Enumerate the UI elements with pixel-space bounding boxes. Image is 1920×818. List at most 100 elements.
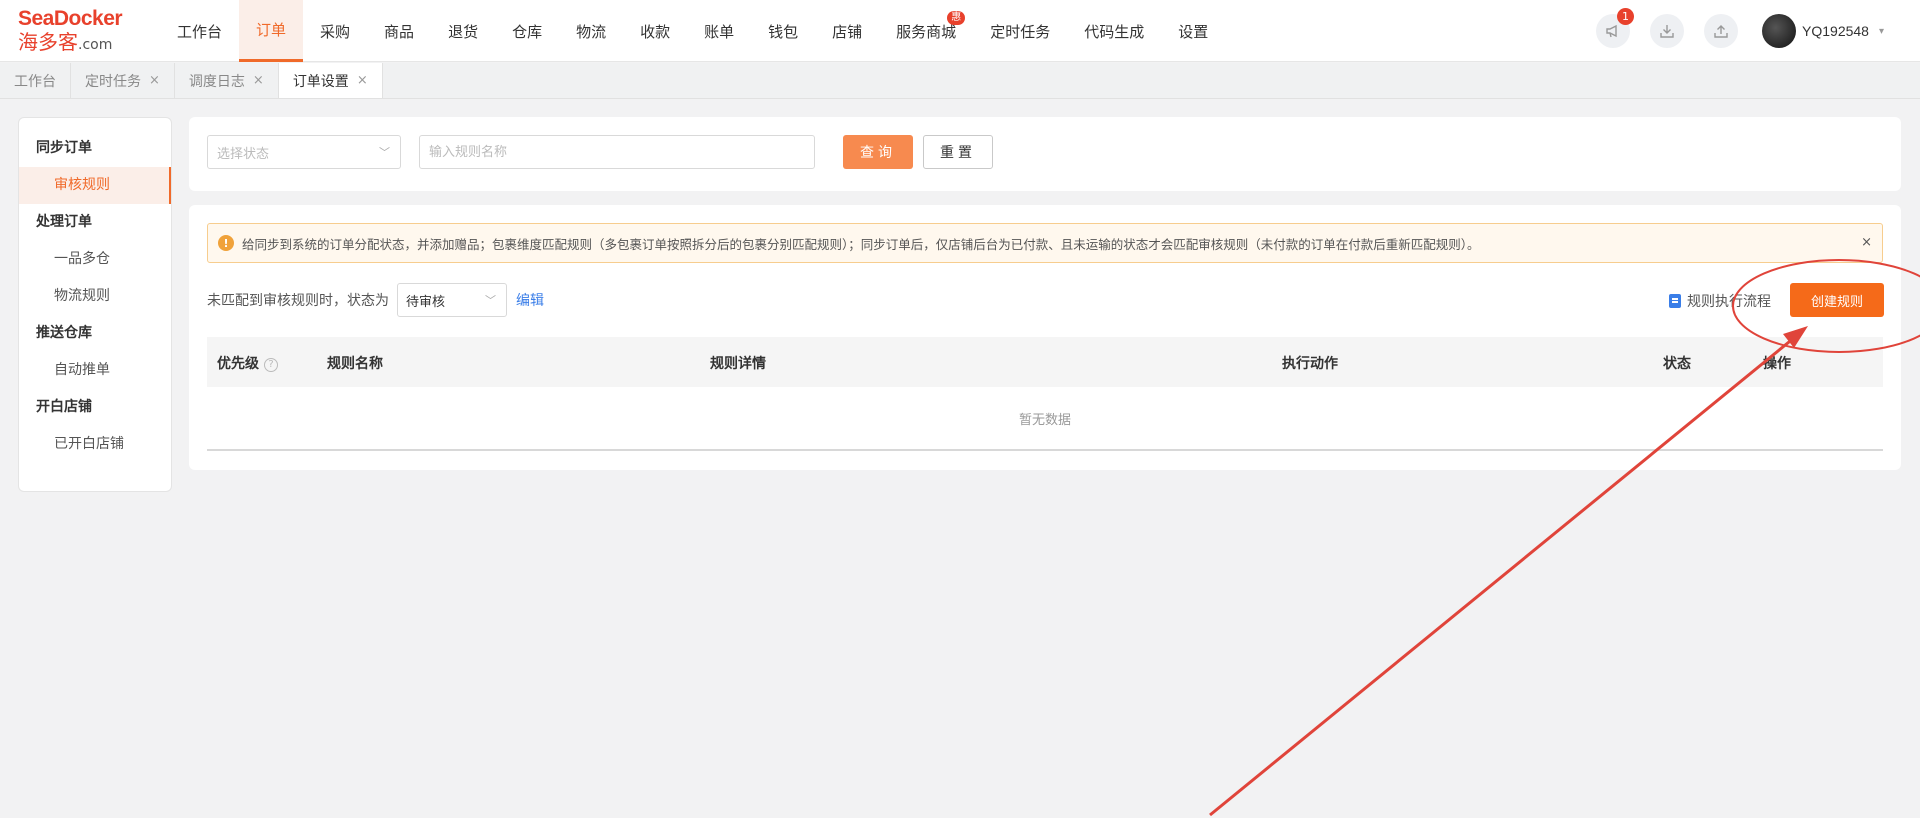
nav-item-10[interactable]: 店铺	[815, 0, 879, 62]
logo-text-domain: .com	[78, 37, 113, 53]
sidebar-item[interactable]: 已开白店铺	[19, 426, 171, 463]
column-header-priority: 优先级?	[217, 353, 278, 373]
nav-item-label: 仓库	[512, 22, 543, 41]
nav-item-label: 设置	[1178, 22, 1209, 41]
nav-item-label: 收款	[640, 22, 671, 41]
nav-item-label: 服务商城	[896, 22, 957, 41]
help-icon[interactable]: ?	[264, 358, 278, 372]
sidebar-group-title: 同步订单	[36, 140, 92, 156]
nav-item-8[interactable]: 账单	[687, 0, 751, 62]
top-navbar: SeaDocker 海多客.com 工作台 订单 采购 商品 退货 仓库 物流 收款 账单 钱包 店…	[0, 0, 1920, 62]
alert-text: 给同步到系统的订单分配状态，并添加赠品；包裹维度匹配规则（多包裹订单按照拆分后的…	[242, 236, 1480, 252]
download-icon	[1660, 25, 1674, 38]
tab-label: 定时任务	[85, 73, 141, 90]
nav-item-1[interactable]: 订单	[239, 0, 304, 62]
create-rule-button[interactable]: 创建规则	[1790, 283, 1884, 317]
page-tabs: 工作台 定时任务 × 调度日志 × 订单设置 ×	[0, 63, 1920, 99]
nav-item-4[interactable]: 退货	[431, 0, 495, 62]
upload-icon	[1714, 25, 1728, 38]
nav-item-6[interactable]: 物流	[559, 0, 623, 62]
logo-text-sea: Sea	[18, 7, 54, 30]
main-nav: 工作台 订单 采购 商品 退货 仓库 物流 收款 账单 钱包 店铺 服务商城惠定时任务 代码生成 设置	[160, 0, 1225, 62]
reset-button[interactable]: 重置	[923, 135, 993, 169]
edit-link[interactable]: 编辑	[516, 290, 544, 310]
tab-label: 工作台	[14, 73, 56, 90]
nav-item-14[interactable]: 设置	[1161, 0, 1225, 62]
table-header: 优先级? 规则名称 规则详情 执行动作 状态 操作	[207, 337, 1883, 387]
column-header-rule-detail: 规则详情	[710, 356, 766, 372]
close-icon[interactable]: ×	[1861, 235, 1872, 250]
sidebar-item[interactable]: 物流规则	[19, 278, 171, 315]
seadocker-logo[interactable]: SeaDocker 海多客.com	[18, 8, 138, 56]
notice-badge: 1	[1617, 8, 1635, 25]
column-header-rule-name: 规则名称	[327, 356, 383, 372]
search-panel: 选择状态 ﹀ 查询 重置	[189, 117, 1901, 191]
nav-item-5[interactable]: 仓库	[495, 0, 559, 62]
chevron-down-icon: ﹀	[379, 146, 390, 159]
nav-item-label: 退货	[448, 22, 479, 41]
nav-item-9[interactable]: 钱包	[751, 0, 815, 62]
empty-text: 暂无数据	[1018, 412, 1071, 428]
username: YQ192548	[1802, 23, 1869, 39]
rule-name-input[interactable]	[419, 135, 815, 169]
status-select-placeholder: 选择状态	[217, 146, 270, 162]
close-icon[interactable]: ×	[357, 73, 368, 88]
tab-1[interactable]: 定时任务 ×	[71, 63, 175, 98]
nav-item-0[interactable]: 工作台	[160, 0, 239, 62]
query-button[interactable]: 查询	[843, 135, 913, 169]
nav-item-11[interactable]: 服务商城惠	[879, 0, 973, 62]
info-alert: ! 给同步到系统的订单分配状态，并添加赠品；包裹维度匹配规则（多包裹订单按照拆分…	[207, 223, 1883, 263]
nav-item-label: 账单	[704, 22, 735, 41]
nav-badge: 惠	[947, 11, 966, 25]
chevron-down-icon: ▾	[1878, 25, 1884, 37]
column-header-action: 执行动作	[1282, 356, 1338, 372]
upload-button[interactable]	[1704, 14, 1739, 48]
avatar	[1762, 14, 1797, 48]
settings-sidebar: 同步订单审核规则处理订单一品多仓 物流规则推送仓库自动推单开白店铺已开白店铺	[18, 117, 172, 492]
close-icon[interactable]: ×	[149, 73, 160, 88]
tab-label: 订单设置	[292, 73, 349, 90]
document-icon	[1669, 294, 1681, 308]
megaphone-icon	[1606, 24, 1617, 38]
notice-button[interactable]: 1	[1596, 8, 1635, 48]
sidebar-item[interactable]: 审核规则	[19, 167, 171, 204]
rules-panel: ! 给同步到系统的订单分配状态，并添加赠品；包裹维度匹配规则（多包裹订单按照拆分…	[189, 205, 1901, 470]
nav-item-2[interactable]: 采购	[303, 0, 367, 62]
table-empty-row: 暂无数据	[207, 387, 1883, 451]
rules-table: 优先级? 规则名称 规则详情 执行动作 状态 操作 暂无数据	[207, 337, 1883, 451]
nav-item-3[interactable]: 商品	[367, 0, 431, 62]
nav-item-label: 商品	[384, 22, 415, 41]
default-status-label: 未匹配到审核规则时，状态为	[207, 293, 389, 309]
default-status-select[interactable]: 待审核 ﹀	[397, 283, 507, 317]
sidebar-group-title: 推送仓库	[36, 325, 92, 341]
default-status-row: 未匹配到审核规则时，状态为 待审核 ﹀ 编辑	[207, 283, 544, 317]
close-icon[interactable]: ×	[253, 73, 264, 88]
sidebar-item[interactable]: 一品多仓	[19, 241, 171, 278]
tab-3[interactable]: 订单设置 ×	[278, 63, 383, 98]
default-status-value: 待审核	[406, 294, 446, 310]
nav-item-label: 物流	[576, 22, 607, 41]
chevron-down-icon: ﹀	[485, 294, 496, 307]
nav-item-label: 采购	[320, 22, 351, 41]
tab-label: 调度日志	[188, 73, 245, 90]
nav-item-label: 工作台	[177, 22, 223, 41]
nav-item-7[interactable]: 收款	[623, 0, 687, 62]
rule-flow-link[interactable]: 规则执行流程	[1669, 291, 1771, 311]
nav-item-label: 定时任务	[990, 22, 1051, 41]
download-button[interactable]	[1650, 14, 1685, 48]
nav-item-13[interactable]: 代码生成	[1067, 0, 1161, 62]
nav-item-label: 店铺	[832, 22, 863, 41]
sidebar-group-title: 处理订单	[36, 214, 92, 230]
header-tools: 1 YQ192548 ▾	[1576, 0, 1884, 62]
sidebar-item[interactable]: 自动推单	[19, 352, 171, 389]
info-icon: !	[218, 235, 234, 251]
tab-2[interactable]: 调度日志 ×	[175, 63, 279, 98]
status-select[interactable]: 选择状态 ﹀	[207, 135, 401, 169]
logo-text-cn: 海多客	[18, 30, 78, 54]
logo-text-docker: Docker	[53, 7, 123, 30]
tab-0[interactable]: 工作台	[0, 63, 71, 98]
user-menu[interactable]: YQ192548 ▾	[1762, 14, 1884, 48]
sidebar-group-title: 开白店铺	[36, 399, 92, 415]
nav-item-12[interactable]: 定时任务	[973, 0, 1067, 62]
nav-item-label: 订单	[256, 21, 287, 39]
